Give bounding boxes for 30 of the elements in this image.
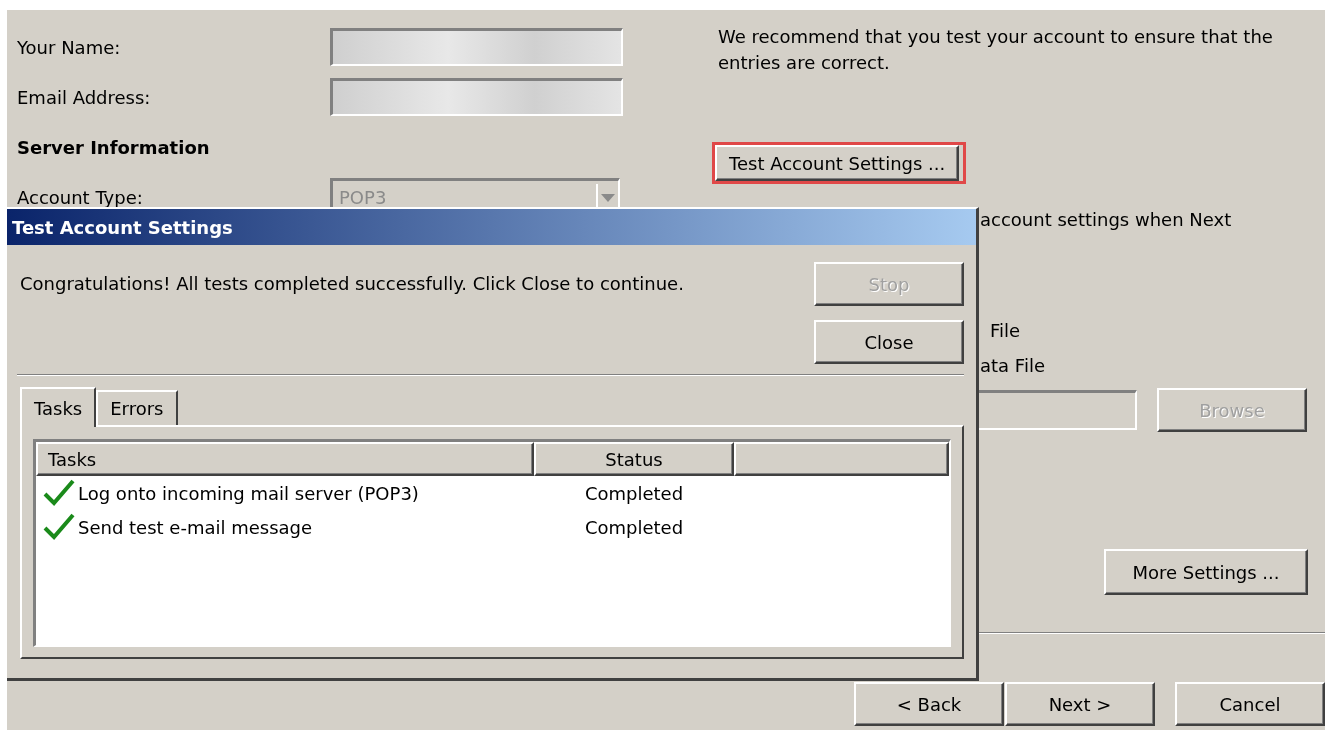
task-name: Send test e-mail message <box>78 516 313 538</box>
section-heading: Server Information <box>17 135 211 160</box>
field-label: Email Address: <box>17 86 152 108</box>
option-label: ata File <box>980 355 1046 376</box>
nav-button[interactable]: Next > <box>1005 682 1155 726</box>
nav-button[interactable]: Cancel <box>1175 682 1325 726</box>
caret-icon <box>601 193 615 202</box>
dialog-title: Test Account Settings <box>7 209 976 245</box>
check-icon <box>42 512 76 542</box>
check-icon <box>42 478 76 508</box>
task-status: Completed <box>583 516 685 538</box>
dialog-message: Congratulations! All tests completed successfully. Click Close to continue. <box>20 272 685 296</box>
test-account-settings-button[interactable]: Test Account Settings ... <box>715 145 960 181</box>
column-header[interactable]: Status <box>534 442 734 476</box>
column-header[interactable]: Tasks <box>36 442 534 476</box>
nav-button[interactable]: < Back <box>854 682 1004 726</box>
field-label: Account Type: <box>17 186 144 208</box>
dialog-button[interactable]: Close <box>814 320 964 364</box>
tab[interactable]: Errors <box>96 390 178 425</box>
field-label: Your Name: <box>17 36 122 58</box>
option-label: File <box>990 320 1022 341</box>
task-name: Log onto incoming mail server (POP3) <box>78 482 419 504</box>
task-status: Completed <box>583 482 685 504</box>
column-header[interactable] <box>734 442 949 476</box>
more-settings-button[interactable]: More Settings ... <box>1104 549 1308 595</box>
text-field[interactable] <box>330 78 623 116</box>
tab[interactable]: Tasks <box>20 387 97 427</box>
recommendation-text: We recommend that you test your account to ensure that the entries are correct. <box>718 25 1274 75</box>
checkbox-label: account settings when Next <box>980 209 1233 230</box>
text-field[interactable] <box>330 28 623 66</box>
